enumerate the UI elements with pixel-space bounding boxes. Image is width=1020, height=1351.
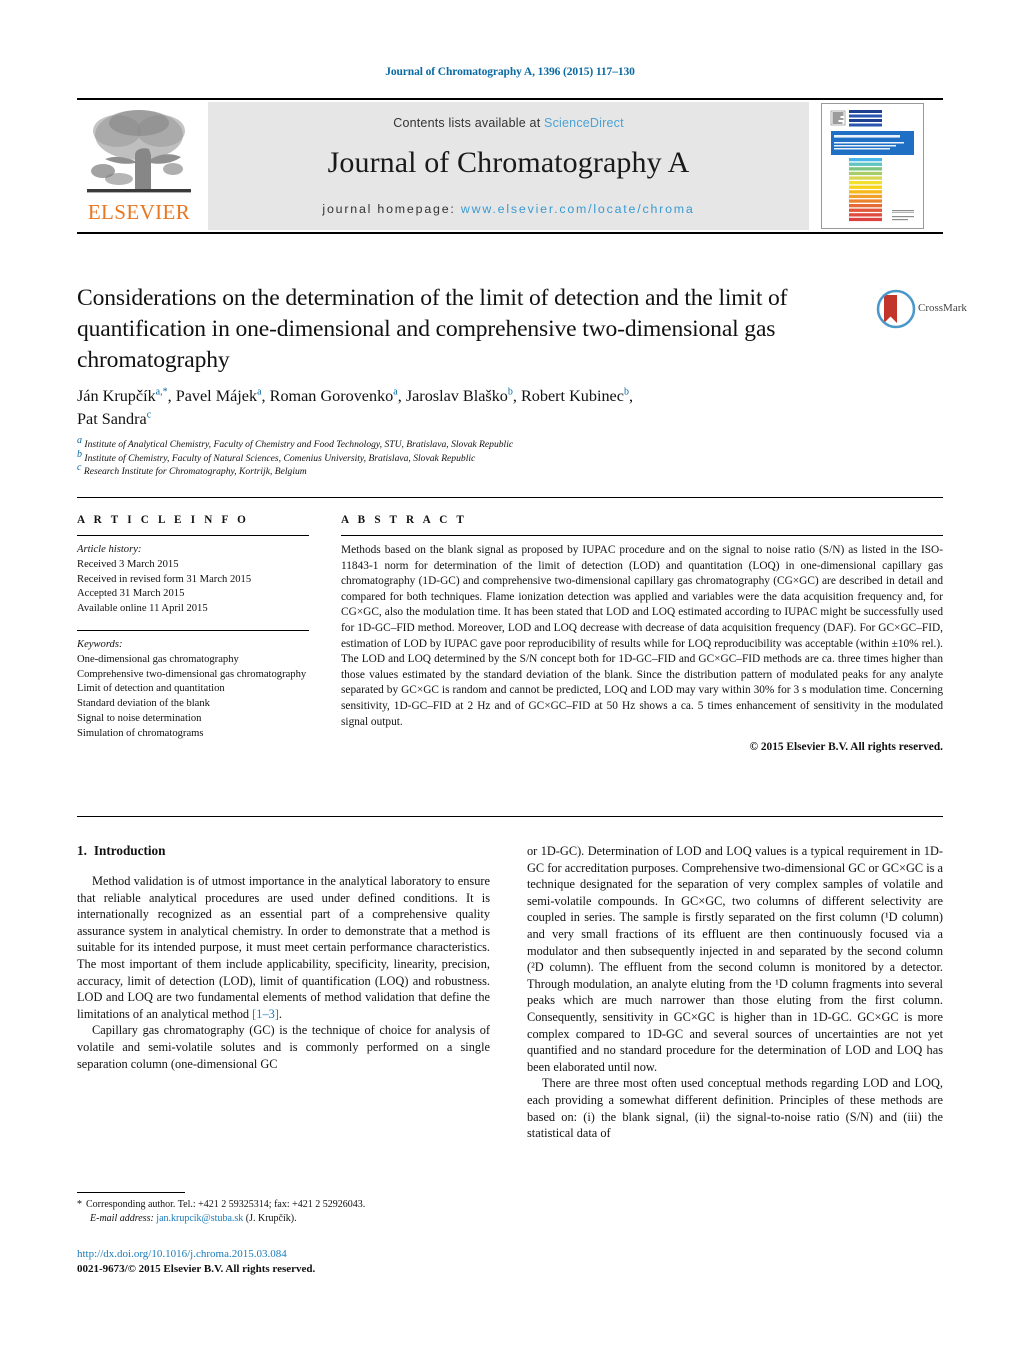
email-label: E-mail address: [90,1213,154,1224]
affiliation-text: Institute of Chemistry, Faculty of Natur… [84,452,476,464]
keyword-item: Standard deviation of the blank [77,698,210,710]
abstract-rule [341,535,943,536]
email-suffix: (J. Krupčík). [245,1213,297,1224]
doi-block: http://dx.doi.org/10.1016/j.chroma.2015.… [77,1247,497,1276]
author-list: Ján Krupčíka,*, Pavel Májeka, Roman Goro… [77,386,633,428]
affiliation-text: Research Institute for Chromatography, K… [83,466,307,478]
crossmark-logo-icon [876,289,916,329]
keyword-item: One-dimensional gas chromatography [77,653,239,665]
sciencedirect-link[interactable]: ScienceDirect [544,116,624,130]
paper-title: Considerations on the determination of t… [77,285,788,373]
keywords-label: Keywords: [77,638,123,650]
affiliation-marker: c [77,462,82,473]
running-head: Journal of Chromatography A, 1396 (2015)… [385,66,635,78]
body-paragraph: There are three most often used conceptu… [527,1076,943,1141]
body-column-right: or 1D-GC). Determination of LOD and LOQ … [527,843,943,1142]
footnote-marker: * [77,1199,82,1210]
paper-page: Journal of Chromatography A, 1396 (2015)… [0,0,1020,1351]
doi-link[interactable]: http://dx.doi.org/10.1016/j.chroma.2015.… [77,1247,497,1262]
keywords-block: Keywords: One-dimensional gas chromatogr… [77,629,309,742]
footnote-corresponding-line: * Corresponding author. Tel.: +421 2 5932… [77,1198,497,1212]
affiliation-marker: a [77,434,82,446]
homepage-prefix: journal homepage: [322,202,461,216]
affiliation-list: a Institute of Analytical Chemistry, Fac… [77,434,877,479]
journal-cover-thumbnail [821,103,924,229]
abstract-heading: A B S T R A C T [341,514,468,526]
elsevier-wordmark: ELSEVIER [87,200,191,224]
journal-homepage-link[interactable]: www.elsevier.com/locate/chroma [461,202,695,216]
email-link[interactable]: jan.krupcik@stuba.sk [156,1213,243,1224]
author-affil-marker: b [507,386,513,398]
journal-title: Journal of Chromatography A [327,146,690,179]
affiliation-item: a Institute of Analytical Chemistry, Fac… [77,434,877,452]
section-title: Introduction [93,843,166,858]
author-affil-marker: a [257,386,262,398]
keywords-rule [77,629,309,631]
section-heading-introduction: 1. Introduction [77,843,490,859]
article-history-item: Accepted 31 March 2015 [77,588,185,600]
body-paragraph: Capillary gas chromatography (GC) is the… [77,1023,490,1071]
abstract-text: Methods based on the blank signal as pro… [341,544,943,728]
footnote-corresponding-text: Corresponding author. Tel.: +421 2 59325… [86,1199,366,1210]
masthead-band: Contents lists available at ScienceDirec… [208,102,809,230]
article-history-item: Received in revised form 31 March 2015 [77,573,252,585]
article-info-rule [77,535,309,536]
article-info-column: A R T I C L E I N F O Article history: R… [77,514,309,742]
affiliation-text: Institute of Analytical Chemistry, Facul… [84,439,514,450]
footnote-email-line: E-mail address: jan.krupcik@stuba.sk (J.… [77,1212,497,1226]
keyword-item: Comprehensive two-dimensional gas chroma… [77,668,307,680]
author-affil-marker: b [623,386,629,398]
author-affil-marker: a,* [155,386,168,398]
affiliation-marker: b [77,448,82,460]
author-affil-marker: c [146,409,152,421]
article-info-heading: A R T I C L E I N F O [77,514,250,526]
body-paragraph: Method validation is of utmost importanc… [77,874,490,1021]
body-column-left: 1. Introduction Method validation is of u… [77,843,490,1072]
elsevier-logo: ELSEVIER [77,102,201,230]
elsevier-tree-icon [83,105,195,201]
issn-copyright-line: 0021-9673/© 2015 Elsevier B.V. All right… [77,1262,316,1275]
corresponding-author-footnote: * Corresponding author. Tel.: +421 2 5932… [77,1198,497,1226]
article-history-item: Available online 11 April 2015 [77,603,208,615]
crossmark-label: CrossMark [918,302,967,314]
abstract-column: A B S T R A C T Methods based on the bla… [341,514,943,753]
affiliation-item: b Institute of Chemistry, Faculty of Nat… [77,449,877,466]
crossmark-badge[interactable]: CrossMark [876,288,967,334]
journal-homepage-line: journal homepage: www.elsevier.com/locat… [208,202,809,216]
body-paragraph: or 1D-GC). Determination of LOD and LOQ … [527,844,943,1074]
citation-link[interactable]: [1–3] [252,1007,279,1021]
footnote-divider [77,1192,185,1193]
article-history-label: Article history: [77,544,142,555]
keyword-item: Limit of detection and quantitation [77,683,225,695]
author-affil-marker: a [393,386,398,398]
section-divider-top [77,497,943,498]
keyword-item: Simulation of chromatograms [77,727,204,739]
journal-masthead: ELSEVIER Contents lists available at Sci… [77,98,943,234]
section-number: 1. [77,843,87,858]
article-history-item: Received 3 March 2015 [77,558,179,570]
affiliation-item: c Research Institute for Chromatography,… [77,462,877,479]
keyword-item: Signal to noise determination [77,712,202,724]
section-divider-bottom [77,816,943,817]
contents-prefix: Contents lists available at [393,116,545,130]
contents-available-line: Contents lists available at ScienceDirec… [208,116,809,130]
abstract-copyright: © 2015 Elsevier B.V. All rights reserved… [749,741,943,754]
